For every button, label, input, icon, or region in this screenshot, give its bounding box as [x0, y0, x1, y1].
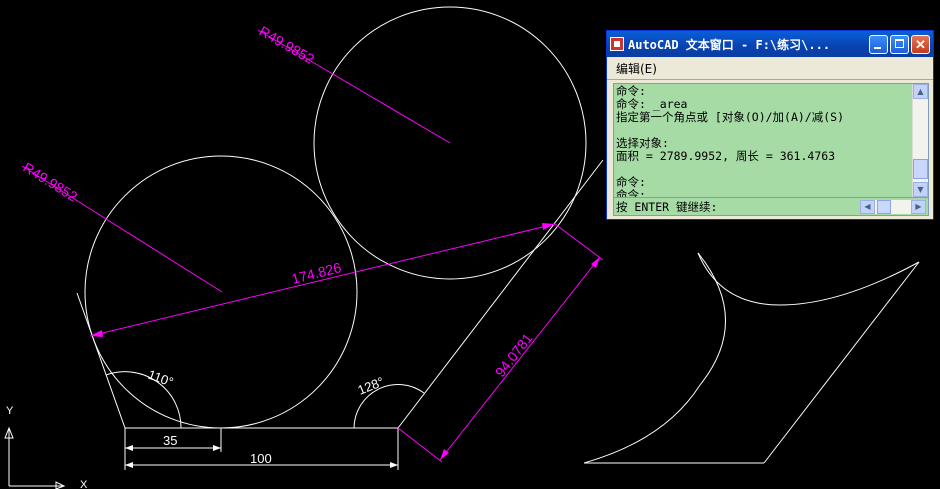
arc-shape[interactable] — [583, 252, 726, 464]
scroll-left-icon[interactable]: ◀ — [860, 199, 875, 214]
right-slant-line[interactable] — [397, 159, 604, 429]
circle-left[interactable] — [84, 155, 358, 429]
autocad-app-icon — [610, 37, 624, 51]
ucs-icon — [4, 426, 66, 489]
maximize-icon — [895, 38, 904, 48]
command-history-text: 命令: 命令: _area 指定第一个角点或 [对象(O)/加(A)/减(S) 选择… — [616, 85, 912, 198]
close-button[interactable]: ✕ — [911, 34, 930, 54]
linear-dimension-100: 100 — [250, 451, 272, 466]
vertical-scrollbar[interactable]: ▲ ▼ — [912, 84, 928, 197]
hscroll-thumb[interactable] — [877, 199, 891, 214]
aligned-dimension-slant: 94.0781 — [492, 330, 536, 380]
command-history[interactable]: 命令: 命令: _area 指定第一个角点或 [对象(O)/加(A)/减(S) 选择… — [613, 83, 929, 198]
console-line: 面积 = 2789.9952, 周长 = 361.4763 — [616, 149, 836, 163]
radius-label-right: R49.9852 — [257, 23, 318, 67]
linear-dimension-35: 35 — [163, 433, 177, 448]
window-title: AutoCAD 文本窗口 - F:\练习\... — [628, 37, 831, 52]
horizontal-scrollbar[interactable]: ◀ ▶ — [860, 199, 926, 214]
autocad-text-window[interactable]: AutoCAD 文本窗口 - F:\练习\... ✕ 编辑(E) 命令: 命令: … — [606, 30, 934, 220]
minimize-icon — [874, 46, 881, 49]
close-icon: ✕ — [915, 36, 926, 52]
scroll-up-icon[interactable]: ▲ — [913, 84, 928, 99]
minimize-button[interactable] — [869, 34, 888, 54]
console-line: 命令: — [616, 175, 646, 189]
prompt-text: 按 ENTER 键继续: — [616, 199, 718, 214]
radius-label-left: R49.9852 — [20, 159, 80, 205]
shape-slant-line[interactable] — [763, 261, 920, 464]
scroll-down-icon[interactable]: ▼ — [913, 182, 928, 197]
ucs-x-label: X — [80, 479, 88, 489]
aligned-dimension-long: 174.826 — [290, 259, 343, 287]
left-slant-line[interactable] — [76, 292, 126, 429]
menu-bar: 编辑(E) — [607, 57, 933, 80]
scroll-thumb[interactable] — [913, 159, 928, 179]
maximize-button[interactable] — [890, 34, 909, 54]
console-line: 命令: — [616, 188, 646, 198]
angle-label-left: 110° — [146, 367, 176, 390]
console-line: 指定第一个角点或 [对象(O)/加(A)/减(S) — [616, 110, 845, 124]
scroll-right-icon[interactable]: ▶ — [911, 199, 926, 214]
command-prompt[interactable]: 按 ENTER 键继续: ◀ ▶ — [613, 198, 929, 216]
ucs-y-label: Y — [6, 405, 14, 417]
arc-shape-top[interactable] — [697, 252, 920, 306]
menu-edit[interactable]: 编辑(E) — [613, 59, 660, 78]
title-bar[interactable]: AutoCAD 文本窗口 - F:\练习\... ✕ — [607, 31, 933, 57]
